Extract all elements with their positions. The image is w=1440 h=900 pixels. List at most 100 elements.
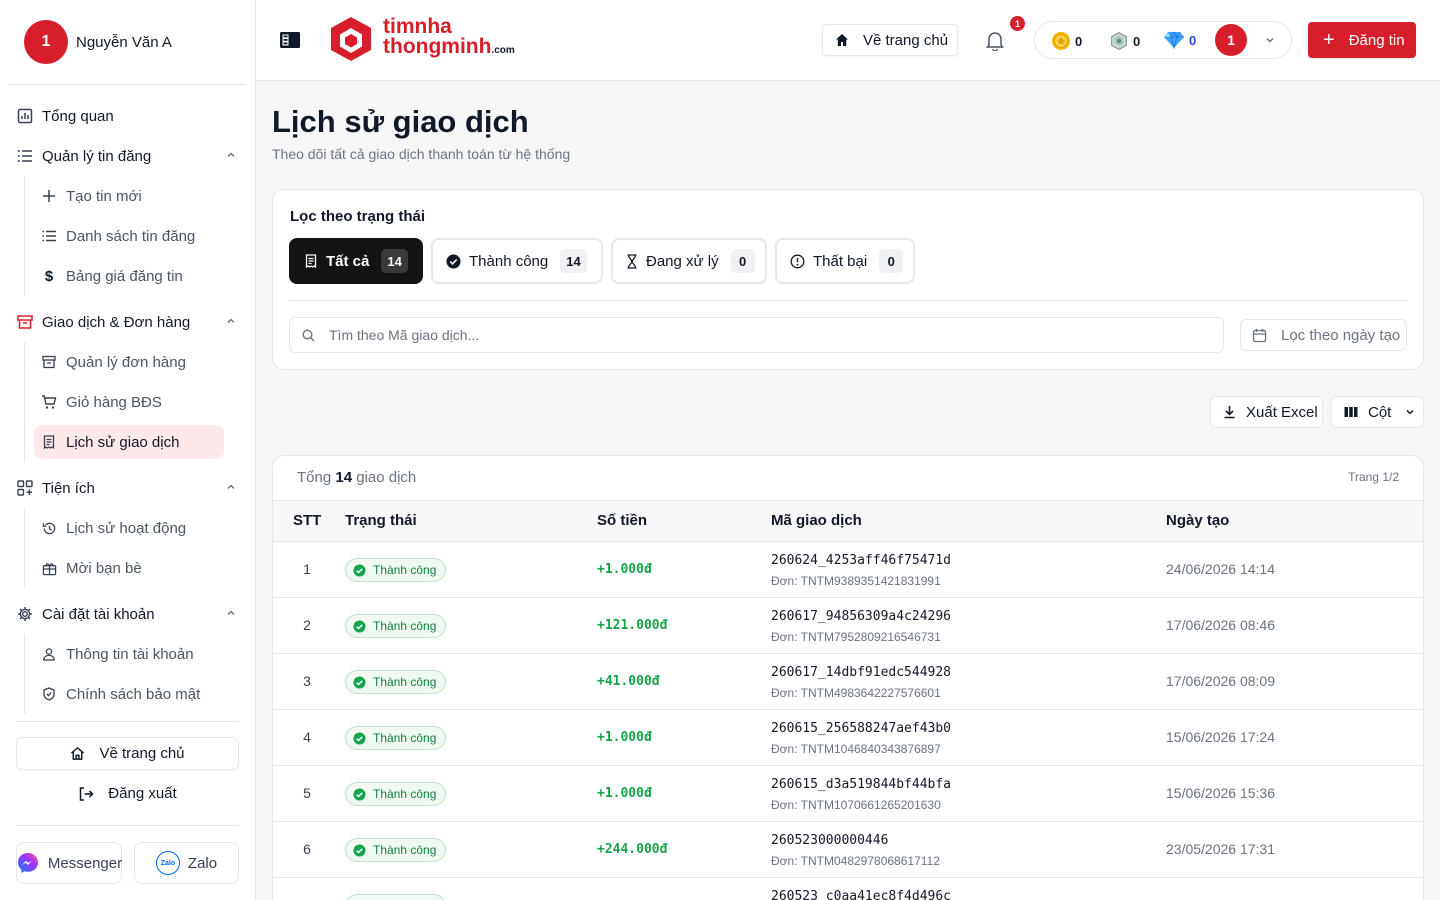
status-label: Thành công (373, 731, 437, 745)
sidebar-item-create-listing[interactable]: Tạo tin mới (34, 179, 224, 213)
sidebar-item-account-info[interactable]: Thông tin tài khoản (34, 637, 224, 671)
page-title: Lịch sử giao dịch (272, 104, 529, 139)
date-filter-button[interactable]: Lọc theo ngày tạo (1240, 319, 1407, 351)
total-count: 14 (335, 469, 353, 486)
date-filter-label: Lọc theo ngày tạo (1281, 326, 1401, 344)
header-user-avatar[interactable]: 1 (1215, 24, 1247, 56)
column-header-stt[interactable]: STT (293, 512, 321, 529)
sidebar-item-cart[interactable]: Giỏ hàng BĐS (34, 385, 224, 419)
post-listing-button[interactable]: + Đăng tin (1308, 22, 1416, 58)
silver-coin-balance: 0 (1109, 31, 1140, 51)
order-code: Đơn: TNTM9389351421831991 (771, 574, 941, 588)
diamond-value: 0 (1189, 32, 1197, 48)
logout-button[interactable]: Đăng xuất (16, 777, 239, 810)
sidebar-group-label: Giao dịch & Đơn hàng (42, 313, 191, 331)
logout-icon (78, 786, 94, 802)
chart-icon (16, 107, 34, 125)
table-row[interactable]: 7Thành công260523_c0aa41ec8f4d496c (273, 878, 1423, 900)
filter-chip-all[interactable]: Tất cả 14 (289, 238, 423, 284)
status-badge: Thành công (345, 782, 447, 806)
column-header-status[interactable]: Trạng thái (345, 512, 417, 529)
subnav-line (24, 176, 25, 296)
table-summary: Tổng 14 giao dịch Trang 1/2 (273, 456, 1423, 501)
column-header-amount[interactable]: Số tiền (597, 512, 647, 529)
diamond-balance: 0 (1163, 31, 1196, 49)
order-code: Đơn: TNTM7952809216546731 (771, 630, 941, 644)
transaction-code[interactable]: 260615_256588247aef43b0 (771, 721, 951, 736)
check-circle-icon (353, 676, 366, 689)
filter-chip-processing[interactable]: Đang xử lý 0 (611, 238, 767, 284)
transaction-code[interactable]: 260624_4253aff46f75471d (771, 553, 951, 568)
table-row[interactable]: 4 Thành công +1.000đ 260615_256588247aef43b… (273, 710, 1423, 766)
table-row[interactable]: 2 Thành công +121.000đ 260617_94856309a4c24… (273, 598, 1423, 654)
row-index: 2 (303, 617, 311, 633)
sidebar-item-privacy-policy[interactable]: Chính sách bảo mật (34, 677, 224, 711)
status-label: Thành công (373, 675, 437, 689)
user-name: Nguyễn Văn A (76, 33, 172, 51)
transaction-code[interactable]: 260617_94856309a4c24296 (771, 609, 951, 624)
amount: +1.000đ (597, 562, 652, 577)
sidebar-group-utilities[interactable]: Tiện ích (16, 476, 240, 500)
transaction-code[interactable]: 260615_d3a519844bf44bfa (771, 777, 951, 792)
status-badge: Thành công (345, 670, 447, 694)
transaction-code[interactable]: 260617_14dbf91edc544928 (771, 665, 951, 680)
sidebar-group-label: Quản lý tin đăng (42, 147, 152, 165)
divider (16, 825, 239, 826)
wallet-balance[interactable]: 0 0 0 1 (1034, 21, 1292, 59)
notification-bell-icon[interactable] (984, 29, 1006, 51)
messenger-icon (16, 851, 40, 875)
search-icon (302, 328, 315, 342)
sidebar-item-listings[interactable]: Danh sách tin đăng (34, 219, 224, 253)
sidebar-item-label: Quản lý đơn hàng (66, 353, 186, 371)
filter-chip-failed[interactable]: Thất bại 0 (775, 238, 915, 284)
sidebar-item-activity-history[interactable]: Lịch sử hoạt động (34, 511, 224, 545)
transaction-code[interactable]: 260523_c0aa41ec8f4d496c (771, 889, 951, 900)
search-box[interactable] (289, 317, 1224, 353)
sidebar-item-orders[interactable]: Quản lý đơn hàng (34, 345, 224, 379)
table-row[interactable]: 3 Thành công +41.000đ 260617_14dbf91edc5449… (273, 654, 1423, 710)
column-header-transaction-code[interactable]: Mã giao dịch (771, 512, 862, 529)
status-badge: Thành công (345, 838, 447, 862)
table-row[interactable]: 1 Thành công +1.000đ 260624_4253aff46f75471… (273, 542, 1423, 598)
sidebar-home-button[interactable]: Về trang chủ (16, 737, 239, 770)
sidebar-group-transactions[interactable]: Giao dịch & Đơn hàng (16, 310, 240, 334)
subnav-line (24, 508, 25, 588)
export-excel-label: Xuất Excel (1246, 403, 1318, 421)
sidebar-item-transaction-history[interactable]: Lịch sử giao dịch (34, 425, 224, 459)
sidebar-group-listings[interactable]: Quản lý tin đăng (16, 144, 240, 168)
search-input[interactable] (329, 327, 1189, 343)
site-logo[interactable]: timnha thongminh.com (329, 16, 515, 62)
dollar-icon: $ (44, 267, 54, 285)
export-excel-button[interactable]: Xuất Excel (1210, 396, 1323, 428)
columns-button[interactable]: Cột (1331, 396, 1424, 428)
column-header-created-date[interactable]: Ngày tạo (1166, 512, 1229, 529)
filter-chip-success[interactable]: Thành công 14 (431, 238, 603, 284)
sidebar-toggle-button[interactable] (280, 32, 300, 48)
messenger-button[interactable]: Messenger (16, 842, 122, 884)
page-indicator: Trang 1/2 (1348, 470, 1399, 484)
transaction-code[interactable]: 260523000000446 (771, 833, 888, 848)
sidebar-item-overview[interactable]: Tổng quan (16, 104, 240, 128)
chevron-down-icon[interactable] (1265, 35, 1275, 45)
total-prefix: Tổng (297, 469, 332, 486)
header-home-button[interactable]: Về trang chủ (822, 24, 958, 56)
receipt-icon (304, 254, 318, 268)
shield-icon (40, 685, 58, 703)
notification-badge: 1 (1010, 16, 1025, 31)
sidebar-item-label: Tổng quan (42, 107, 114, 125)
zalo-button[interactable]: Zalo Zalo (134, 842, 239, 884)
sidebar-item-invite-friends[interactable]: Mời bạn bè (34, 551, 224, 585)
filter-panel: Lọc theo trạng thái Tất cả 14 Thành công… (272, 189, 1424, 370)
download-icon (1223, 405, 1236, 419)
logout-button-label: Đăng xuất (108, 785, 177, 802)
diamond-icon (1163, 31, 1185, 49)
user-avatar[interactable]: 1 (24, 20, 68, 64)
table-row[interactable]: 5 Thành công +1.000đ 260615_d3a519844bf44bf… (273, 766, 1423, 822)
user-profile[interactable]: 1 Nguyễn Văn A (8, 0, 246, 85)
sidebar-group-account-settings[interactable]: Cài đặt tài khoản (16, 602, 240, 626)
zalo-icon: Zalo (155, 851, 180, 875)
created-date: 17/06/2026 08:46 (1166, 617, 1275, 633)
table-row[interactable]: 6 Thành công +244.000đ 260523000000446 Đơn: … (273, 822, 1423, 878)
sidebar-item-pricing[interactable]: $ Bảng giá đăng tin (34, 259, 224, 293)
calendar-icon (1252, 328, 1267, 343)
